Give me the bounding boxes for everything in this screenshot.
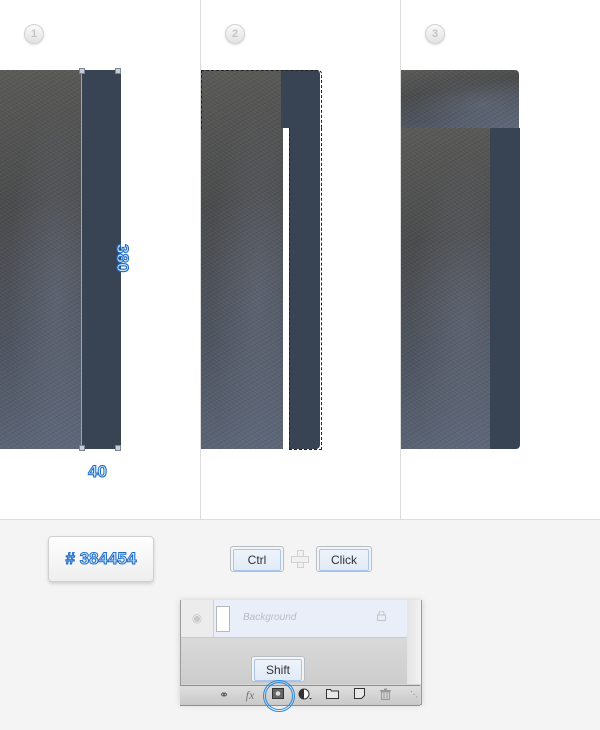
fx-icon[interactable]: fx	[242, 688, 258, 702]
step-number-badge: 1	[24, 24, 44, 44]
click-key-label: Click	[319, 549, 369, 571]
eye-icon[interactable]: ◉	[181, 600, 214, 637]
layer-name: Background	[243, 612, 297, 623]
ctrl-key-label: Ctrl	[233, 549, 281, 571]
step-panel-1: 1 380 40	[0, 0, 200, 519]
layer-row-background[interactable]: ◉ Background	[181, 600, 407, 638]
anchor-handle[interactable]	[79, 445, 85, 451]
step-number-badge: 2	[225, 24, 245, 44]
anchor-handle[interactable]	[115, 68, 121, 74]
layers-scrollbar[interactable]	[407, 600, 421, 684]
new-layer-icon[interactable]	[351, 688, 367, 702]
layer-thumbnail	[216, 606, 230, 632]
highlight-ring	[263, 680, 295, 712]
anchor-handle[interactable]	[115, 445, 121, 451]
rectangle-shape	[490, 128, 520, 449]
shift-key: Shift	[251, 656, 305, 682]
width-dimension-label: 40	[88, 462, 108, 482]
shift-key-label: Shift	[254, 659, 302, 681]
resize-grip-icon[interactable]: ⋱	[406, 688, 422, 702]
adjustment-layer-icon[interactable]	[297, 688, 313, 702]
anchor-handle[interactable]	[79, 68, 85, 74]
leather-texture-top	[401, 70, 519, 128]
step-number-badge: 3	[425, 24, 445, 44]
trash-icon[interactable]	[377, 688, 393, 702]
new-group-icon[interactable]	[324, 688, 340, 702]
link-icon[interactable]: ⚭	[216, 688, 232, 702]
step-panels: 1 380 40 2 3	[0, 0, 600, 520]
selection-marquee	[289, 128, 322, 450]
step-panel-2: 2	[200, 0, 401, 519]
leather-texture	[0, 70, 82, 449]
step-panel-3: 3	[400, 0, 600, 519]
layers-toolbar: ⚭ fx ⋱	[180, 685, 420, 706]
selection-marquee	[201, 70, 322, 129]
height-dimension-label: 380	[113, 244, 133, 273]
color-hex-badge: # 384454	[48, 536, 154, 582]
lock-icon	[377, 611, 386, 621]
ctrl-key: Ctrl	[230, 546, 284, 572]
leather-texture	[401, 128, 492, 449]
click-key: Click	[316, 546, 372, 572]
plus-icon	[291, 550, 309, 568]
